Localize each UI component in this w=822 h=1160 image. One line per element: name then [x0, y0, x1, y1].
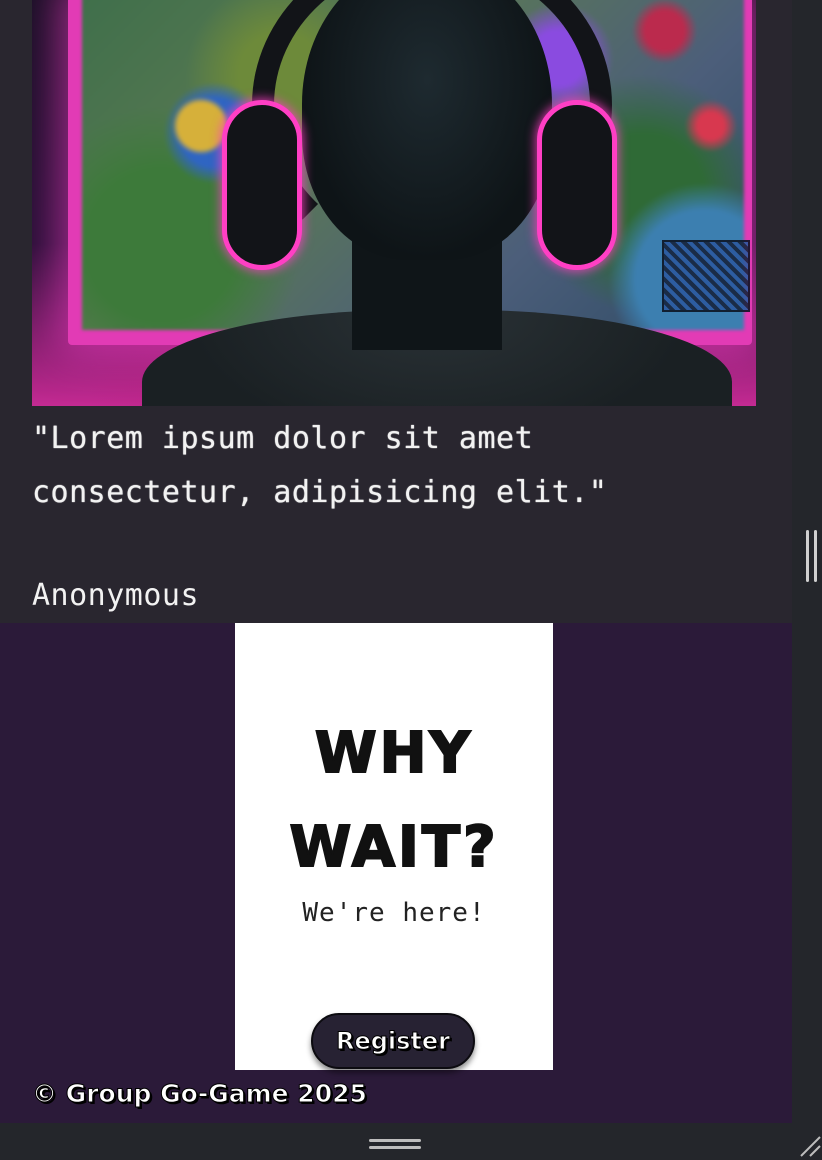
minimap: [662, 240, 750, 312]
cta-section: WHY WAIT? We're here! Register © Group G…: [0, 623, 792, 1123]
scrollbar-thumb[interactable]: [806, 530, 820, 582]
headphone-right-cup: [537, 100, 617, 270]
cta-title-line1: WHY: [314, 720, 474, 787]
footer-copyright: © Group Go-Game 2025: [32, 1079, 368, 1109]
register-button[interactable]: Register: [311, 1013, 475, 1069]
testimonial-author: Anonymous: [32, 578, 200, 613]
resize-corner-icon[interactable]: [798, 1134, 822, 1158]
cta-title-line2: WAIT?: [288, 814, 499, 881]
cta-card: WHY WAIT? We're here! Register: [235, 623, 553, 1070]
headphone-left-cup: [222, 100, 302, 270]
testimonial-quote: "Lorem ipsum dolor sit amet consectetur,…: [32, 421, 608, 510]
page: "Lorem ipsum dolor sit amet consectetur,…: [0, 0, 792, 1123]
hero-image: [32, 0, 756, 406]
cta-title: WHY WAIT?: [235, 707, 553, 895]
cta-subtitle: We're here!: [302, 898, 486, 928]
bottom-resize-grip-icon[interactable]: [369, 1139, 421, 1151]
